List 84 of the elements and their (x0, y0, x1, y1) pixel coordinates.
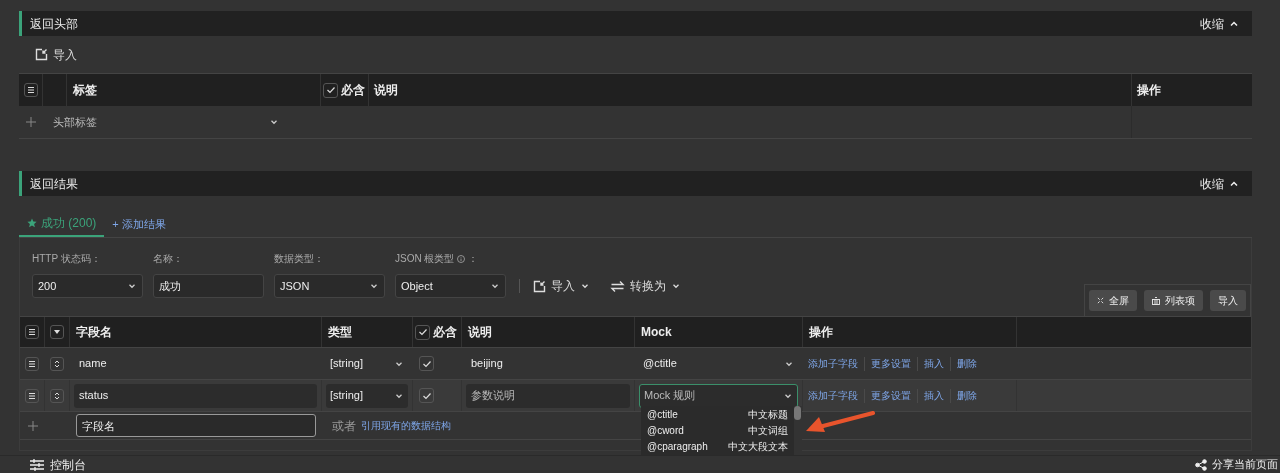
reference-link[interactable]: 引用现有的数据结构 (361, 418, 451, 433)
add-result-link[interactable]: + 添加结果 (112, 211, 166, 237)
field-name[interactable]: name (74, 355, 112, 372)
share-icon (1195, 458, 1207, 471)
annotation-arrow (805, 411, 875, 433)
type-select[interactable]: [string] (326, 351, 408, 376)
check-icon (421, 390, 432, 401)
table-tool-button[interactable]: 列表项 (1144, 290, 1203, 311)
select-field[interactable]: 200 (32, 274, 143, 298)
action-link[interactable]: 插入 (921, 388, 947, 403)
column-header: 必含 (433, 324, 457, 341)
caret-icon (54, 330, 60, 334)
mock-option[interactable]: @ctitle 中文标题 (647, 406, 788, 422)
menu-icon[interactable] (23, 83, 38, 97)
column-header: 操作 (809, 324, 833, 341)
mock-option[interactable]: @cword 中文词组 (647, 422, 788, 438)
collapse-button[interactable]: 收缩 (1200, 14, 1240, 33)
collapse-button[interactable]: 收缩 (1200, 174, 1240, 193)
checkbox[interactable] (419, 356, 434, 371)
import-icon (533, 279, 546, 293)
column-header: 操作 (1137, 82, 1161, 99)
check-icon (417, 327, 428, 337)
column-header: 类型 (328, 324, 352, 341)
field-label: 名称： (153, 252, 183, 266)
check-icon (325, 85, 336, 95)
mock-select[interactable]: @ctitle (639, 351, 798, 376)
field-name-input[interactable]: status (74, 383, 317, 408)
mock-select[interactable]: Mock 规则 (639, 383, 798, 408)
checkbox[interactable] (323, 82, 338, 98)
columns-icon (1152, 296, 1160, 305)
section-title: 返回结果 (30, 175, 78, 193)
action-link[interactable]: 更多设置 (868, 356, 914, 371)
menu-icon[interactable] (25, 325, 39, 339)
action-link[interactable]: 插入 (921, 356, 947, 371)
sort-icon[interactable] (50, 388, 64, 403)
type-select[interactable]: [string] (326, 383, 408, 408)
field-label: JSON 根类型 (395, 252, 455, 266)
action-link[interactable]: 删除 (954, 388, 980, 403)
add-icon[interactable] (26, 117, 36, 127)
dropdown-toggle[interactable] (50, 325, 64, 339)
import-icon (35, 48, 48, 61)
share-button[interactable]: 分享当前页面 (1195, 456, 1278, 473)
or-text: 或者 (332, 417, 356, 435)
field-name-input[interactable]: 字段名 (76, 414, 316, 437)
import-menu-button[interactable]: 导入 (533, 277, 590, 295)
table-tool-button[interactable]: 导入 (1210, 290, 1246, 311)
convert-menu-button[interactable]: 转换为 (610, 277, 681, 295)
column-header: 标签 (73, 82, 97, 99)
description-text: beijing (470, 356, 504, 372)
menu-icon[interactable] (25, 388, 39, 403)
section-title: 返回头部 (30, 15, 78, 33)
add-icon[interactable] (27, 420, 38, 431)
column-header: 说明 (374, 82, 398, 99)
checkbox[interactable] (415, 324, 430, 340)
scrollbar-thumb[interactable] (794, 406, 801, 420)
field-label: ： (468, 252, 479, 266)
mock-option[interactable]: @cparagraph 中文大段文本 (647, 438, 788, 454)
field-label: 数据类型： (274, 252, 324, 266)
sliders-icon (30, 458, 44, 471)
convert-icon (610, 279, 625, 293)
result-tab[interactable]: 成功 (200) (19, 211, 105, 237)
menu-icon[interactable] (25, 356, 39, 371)
select-field[interactable]: JSON (274, 274, 385, 298)
sort-icon[interactable] (50, 356, 64, 371)
action-link[interactable]: 删除 (954, 356, 980, 371)
input-field[interactable]: 成功 (153, 274, 264, 298)
console-button[interactable]: 控制台 (30, 455, 86, 473)
column-header: 必含 (341, 82, 365, 99)
import-button[interactable]: 导入 (35, 45, 77, 64)
check-icon (421, 358, 432, 369)
header-tag-select[interactable]: 头部标签 (43, 113, 279, 131)
select-field[interactable]: Object (395, 274, 506, 298)
column-header: 字段名 (76, 324, 112, 341)
action-link[interactable]: 添加子字段 (805, 356, 861, 371)
checkbox[interactable] (419, 388, 434, 403)
column-header: Mock (641, 324, 672, 341)
action-link[interactable]: 更多设置 (868, 388, 914, 403)
star-icon (27, 218, 37, 228)
column-header: 说明 (468, 324, 492, 341)
action-link[interactable]: 添加子字段 (805, 388, 861, 403)
table-tool-button[interactable]: 全屏 (1089, 290, 1137, 311)
expand-icon (1097, 297, 1104, 304)
field-label: HTTP 状态码： (32, 252, 101, 266)
description-input[interactable]: 参数说明 (466, 383, 630, 408)
